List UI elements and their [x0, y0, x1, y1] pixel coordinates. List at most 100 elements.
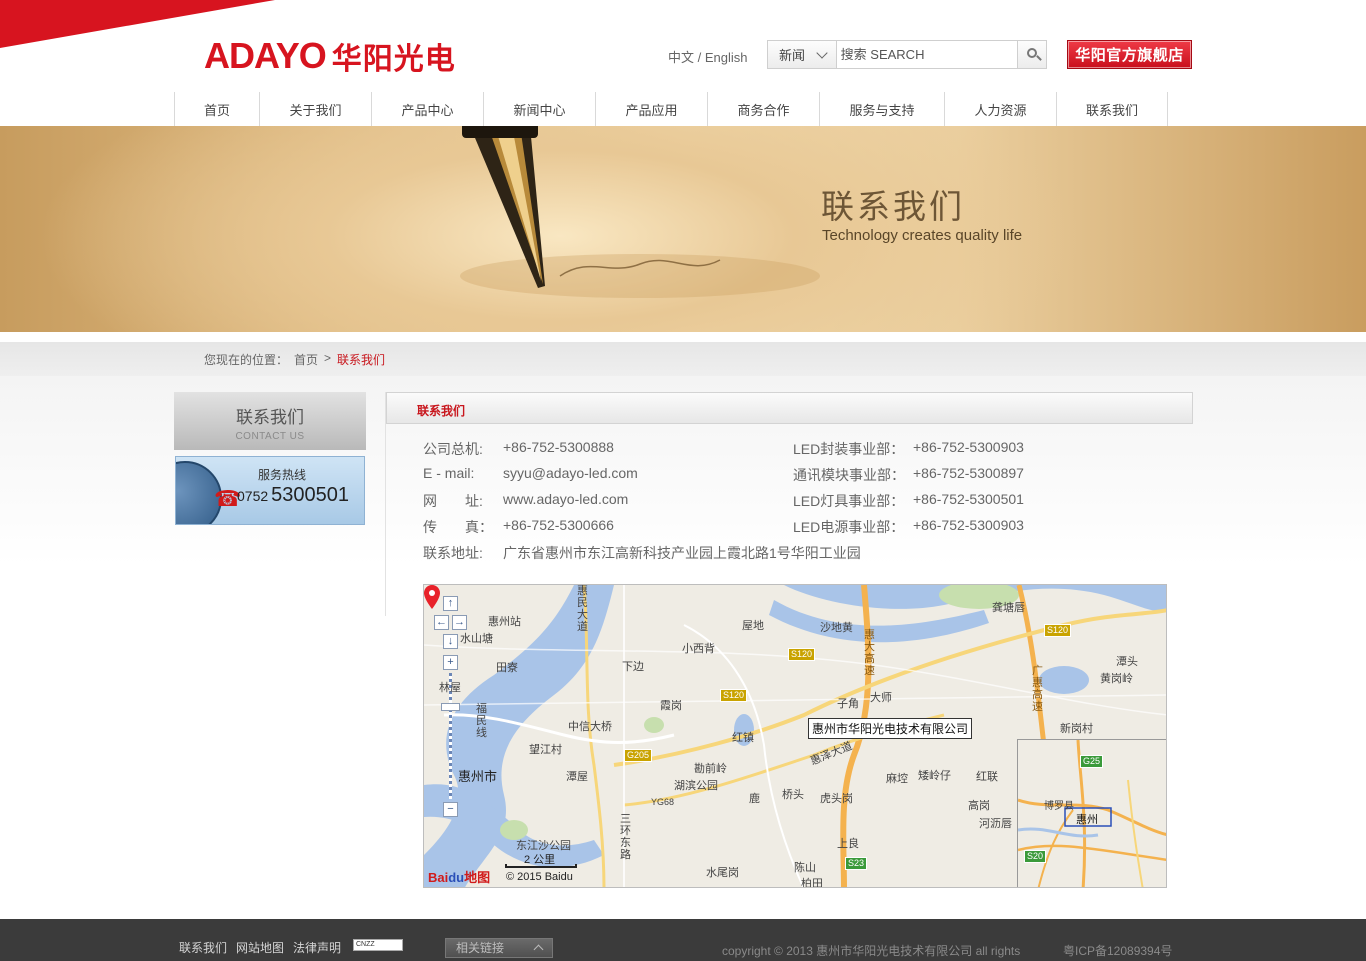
search-button[interactable]	[1016, 41, 1046, 68]
nav-item-news[interactable]: 新闻中心	[483, 92, 595, 126]
map-place-label: 虎头岗	[820, 793, 853, 805]
fountain-pen-illustration	[460, 126, 820, 298]
pan-down-button[interactable]: ↓	[443, 634, 458, 649]
map-road-label: 惠民大道	[577, 585, 588, 633]
map-place-label: 矮岭仔	[918, 770, 951, 782]
road-shield: YG68	[651, 797, 675, 807]
nav-item-service[interactable]: 服务与支持	[819, 92, 944, 126]
footer-link-legal[interactable]: 法律声明	[293, 939, 341, 956]
banner-subtitle: Technology creates quality life	[822, 227, 1023, 244]
map-place-label: 博罗县	[1044, 801, 1074, 812]
related-links-label: 相关链接	[456, 941, 505, 955]
nav-item-contact[interactable]: 联系我们	[1056, 92, 1168, 126]
baidu-map[interactable]: ↑ ← → ↓ + − 惠州站 水山塘 田寮 林屋 福民线 惠州市 惠民大道 小…	[423, 584, 1167, 888]
map-place-label: 鹿	[749, 793, 760, 805]
contact-label: 网 址:	[423, 493, 483, 509]
phone-icon: ☎	[214, 486, 242, 511]
contact-website-link[interactable]: www.adayo-led.com	[503, 491, 628, 511]
logo-latin: ADAYO	[204, 35, 327, 76]
map-place-label: 霞岗	[660, 700, 682, 712]
division-value: +86-752-5300501	[913, 491, 1024, 507]
nav-item-business[interactable]: 商务合作	[707, 92, 819, 126]
map-pin-icon[interactable]	[424, 585, 440, 609]
sidebar-title: 联系我们	[236, 408, 304, 427]
pan-left-button[interactable]: ←	[434, 615, 449, 630]
map-place-label: 潭屋	[566, 771, 588, 783]
map-place-label: 望江村	[529, 744, 562, 756]
map-place-label: 勘前岭	[694, 763, 727, 775]
zoom-slider-handle[interactable]	[441, 703, 460, 711]
search-category-select[interactable]: 新闻	[768, 41, 837, 68]
panel-header: 联系我们	[386, 392, 1193, 424]
division-row: 通讯模块事业部： +86-752-5300897	[793, 465, 1024, 485]
hotline-area-code: 0752	[237, 488, 269, 504]
contact-value: +86-752-5300666	[503, 517, 614, 533]
map-city-label: 惠州市	[458, 769, 498, 784]
map-place-label: 屋地	[742, 620, 764, 632]
map-overview-inset[interactable]: G25 S20 博罗县 惠州	[1017, 739, 1166, 887]
related-links-select[interactable]: 相关链接	[445, 938, 553, 958]
hotline-card: ☎ 服务热线 0752 5300501	[175, 456, 365, 525]
map-place-label: 红镇	[732, 732, 754, 744]
road-shield: S120	[720, 689, 748, 702]
breadcrumb-home[interactable]: 首页	[294, 351, 318, 368]
map-place-label: 田寮	[496, 662, 518, 674]
division-label: LED封装事业部：	[793, 441, 905, 457]
map-road-label: 三环东路	[620, 813, 631, 861]
map-place-label: 麻埪	[886, 773, 908, 785]
map-place-label: 红联	[976, 771, 998, 783]
map-road-label: 惠大高速	[864, 629, 875, 677]
map-place-label: 水山塘	[460, 633, 493, 645]
map-place-label: 湖滨公园	[674, 780, 718, 792]
zoom-out-button[interactable]: −	[443, 802, 458, 817]
footer-link-sitemap[interactable]: 网站地图	[236, 939, 284, 956]
nav-item-about[interactable]: 关于我们	[259, 92, 371, 126]
map-scale-bar	[505, 864, 577, 868]
chevron-down-icon	[816, 47, 828, 59]
map-place-label: 小西背	[682, 643, 715, 655]
map-place-label: 龚塘唇	[992, 602, 1025, 614]
icp-license[interactable]: 粤ICP备12089394号	[1063, 942, 1172, 959]
map-place-label: 惠州	[1076, 814, 1098, 826]
division-value: +86-752-5300903	[913, 439, 1024, 455]
nav-item-applications[interactable]: 产品应用	[595, 92, 707, 126]
zoom-in-button[interactable]: +	[443, 655, 458, 670]
breadcrumb: 您现在的位置： 首页 > 联系我们	[204, 351, 385, 368]
map-place-label: 大师	[870, 692, 892, 704]
baidu-logo[interactable]: Baidu地图	[428, 867, 490, 886]
breadcrumb-current[interactable]: 联系我们	[337, 351, 385, 368]
nav-item-products[interactable]: 产品中心	[371, 92, 483, 126]
footer-link-contact[interactable]: 联系我们	[179, 939, 227, 956]
pan-up-button[interactable]: ↑	[443, 596, 458, 611]
chevron-up-icon	[533, 944, 544, 955]
road-shield: S120	[1044, 624, 1072, 637]
map-place-label: 林屋	[439, 682, 461, 694]
contact-label: 传 真：	[423, 519, 493, 535]
contact-label: 联系地址:	[423, 545, 483, 561]
division-label: 通讯模块事业部：	[793, 467, 905, 483]
map-marker-label[interactable]: 惠州市华阳光电技术有限公司	[808, 718, 973, 739]
baidu-logo-suffix: 地图	[464, 870, 491, 885]
hotline-number: 0752 5300501	[237, 484, 349, 507]
footer-links: 联系我们 网站地图 法律声明	[179, 939, 341, 956]
map-place-label: 中信大桥	[568, 721, 612, 733]
contact-row: E - mail: syyu@adayo-led.com	[423, 465, 638, 481]
contact-row: 网 址: www.adayo-led.com	[423, 491, 628, 511]
road-shield: G205	[624, 749, 653, 762]
road-shield: S20	[1024, 850, 1047, 863]
search-input[interactable]	[836, 41, 1017, 68]
logo-cn: 华阳光电	[331, 42, 456, 77]
flagship-store-button[interactable]: 华阳官方旗舰店	[1067, 40, 1192, 69]
sidebar-subtitle: CONTACT US	[235, 431, 305, 442]
contact-email-link[interactable]: syyu@adayo-led.com	[503, 465, 638, 481]
language-switch[interactable]: 中文 / English	[668, 47, 747, 66]
logo[interactable]: ADAYO 华阳光电	[204, 35, 456, 77]
baidu-logo-text: Bai	[428, 870, 449, 885]
nav-item-home[interactable]: 首页	[174, 92, 259, 126]
nav-item-hr[interactable]: 人力资源	[944, 92, 1056, 126]
baidu-paw-icon: du	[448, 870, 465, 885]
cnzz-badge[interactable]: CNZZ	[353, 939, 403, 951]
contact-label: 公司总机:	[423, 441, 483, 457]
pan-right-button[interactable]: →	[452, 615, 467, 630]
map-place-label: 柏田	[801, 878, 823, 888]
